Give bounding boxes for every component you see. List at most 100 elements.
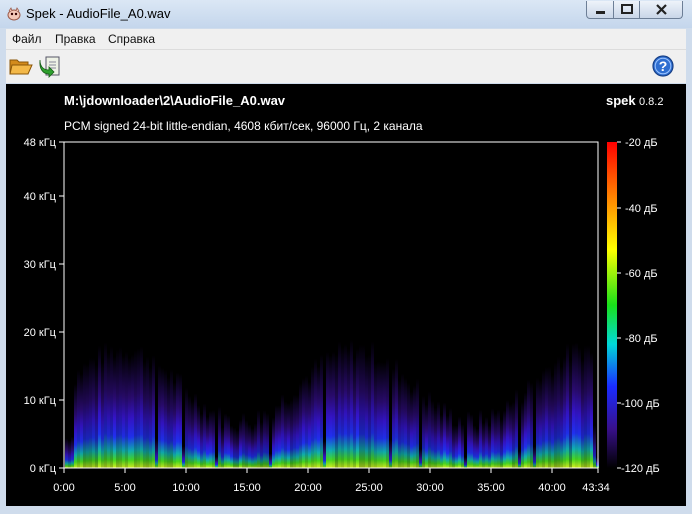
app-version: 0.8.2: [639, 96, 663, 108]
spectrogram-column: [137, 302, 140, 468]
freq-label: 20 кГц: [24, 327, 57, 339]
time-label: 35:00: [477, 482, 505, 494]
spectrogram-column: [593, 408, 596, 468]
db-color-scale: [607, 142, 617, 468]
spectrogram-column: [497, 386, 500, 468]
menu-edit[interactable]: Правка: [55, 32, 96, 46]
spectrogram-column: [416, 344, 419, 468]
spectrogram-column: [314, 316, 317, 468]
spectrogram-column: [512, 375, 515, 468]
minimize-button[interactable]: [586, 1, 614, 19]
spectrogram-column: [209, 388, 212, 468]
spectrogram-column: [548, 327, 551, 468]
spectrogram-column: [101, 320, 104, 468]
spectrogram-column: [95, 324, 98, 468]
open-button[interactable]: [8, 54, 34, 78]
spectrogram-column: [473, 409, 476, 468]
maximize-button[interactable]: [613, 1, 640, 19]
spectrogram-column: [113, 312, 116, 468]
spectrogram-column: [74, 351, 77, 468]
spectrogram-column: [245, 401, 248, 468]
spectrogram-column: [278, 380, 281, 468]
spectrogram-column: [275, 380, 278, 468]
spectrogram-column: [233, 411, 236, 468]
spectrogram-column: [581, 316, 584, 468]
spectrogram-column: [590, 307, 593, 468]
spectrogram-column: [257, 387, 260, 468]
spectrogram-column: [485, 396, 488, 468]
spectrogram-column: [524, 363, 527, 468]
spectrogram-column: [182, 437, 185, 468]
maximize-icon: [621, 4, 633, 14]
save-image-icon: [39, 56, 60, 78]
save-image-button[interactable]: [37, 54, 63, 78]
spectrogram-column: [542, 332, 545, 468]
spectrogram-column: [308, 347, 311, 468]
time-label: 20:00: [294, 482, 322, 494]
spectrogram-column: [179, 337, 182, 468]
spectrogram-column: [185, 356, 188, 468]
spectrogram-column: [587, 297, 590, 468]
spectrogram-column: [155, 427, 158, 468]
file-path: M:\jdownloader\2\AudioFile_A0.wav: [64, 93, 286, 108]
help-icon: ?: [652, 55, 674, 77]
spectrogram-column: [380, 320, 383, 468]
spectrogram-column: [584, 297, 587, 468]
time-label: 43:34: [582, 482, 610, 494]
spectrogram-column: [143, 320, 146, 468]
title-bar[interactable]: Spek - AudioFile_A0.wav: [0, 0, 692, 28]
spectrogram-column: [290, 373, 293, 468]
spectrogram-column: [476, 412, 479, 468]
spectrogram-column: [494, 391, 497, 468]
menu-help[interactable]: Справка: [108, 32, 155, 46]
spectrogram-column: [413, 353, 416, 468]
spectrogram-column: [77, 331, 80, 468]
window-title: Spek - AudioFile_A0.wav: [26, 6, 171, 21]
spectrogram-column: [200, 392, 203, 468]
spectrogram-column: [566, 295, 569, 468]
spectrogram-column: [500, 399, 503, 468]
spectrogram-column: [368, 310, 371, 468]
spectrogram-column: [428, 361, 431, 468]
time-label: 10:00: [172, 482, 200, 494]
spectrogram-column: [356, 302, 359, 468]
format-info: PCM signed 24-bit little-endian, 4608 кб…: [64, 119, 423, 133]
spectrogram-column: [122, 311, 125, 468]
spectrogram-column: [149, 327, 152, 468]
window-frame-bottom: [0, 506, 692, 514]
spectrogram-column: [521, 376, 524, 468]
spectrogram-column: [527, 344, 530, 468]
spectrogram-column: [230, 409, 233, 468]
spectrogram-column: [530, 349, 533, 468]
spectrogram-column: [578, 300, 581, 468]
spectrogram-column: [437, 375, 440, 468]
spectrogram-column: [470, 393, 473, 468]
minimize-icon: [596, 11, 605, 14]
close-button[interactable]: [639, 1, 683, 19]
spectrogram-column: [323, 430, 326, 468]
spectrogram-column: [251, 412, 254, 468]
freq-label: 30 кГц: [24, 259, 57, 271]
spectrogram-column: [533, 437, 536, 468]
spectrogram-column: [197, 380, 200, 468]
spectrogram-column: [320, 310, 323, 468]
spectrogram-column: [272, 397, 275, 468]
time-label: 15:00: [233, 482, 261, 494]
spectrogram-column: [161, 328, 164, 468]
spectrogram-column: [242, 391, 245, 468]
spectrogram-column: [203, 378, 206, 468]
spectrogram-column: [392, 329, 395, 468]
spectrogram-column: [212, 387, 215, 468]
spectrogram-column: [371, 292, 374, 468]
spectrogram-column: [536, 342, 539, 468]
spectrogram-column: [254, 406, 257, 468]
help-button[interactable]: ?: [651, 54, 677, 78]
spectrogram-column: [128, 314, 131, 468]
spectrogram-column: [311, 327, 314, 468]
spectrogram-column: [431, 374, 434, 468]
menu-file[interactable]: Файл: [12, 32, 42, 46]
spectrogram-column: [557, 313, 560, 468]
spectrogram-column: [350, 290, 353, 468]
spectrogram-column: [563, 313, 566, 468]
time-label: 40:00: [538, 482, 566, 494]
